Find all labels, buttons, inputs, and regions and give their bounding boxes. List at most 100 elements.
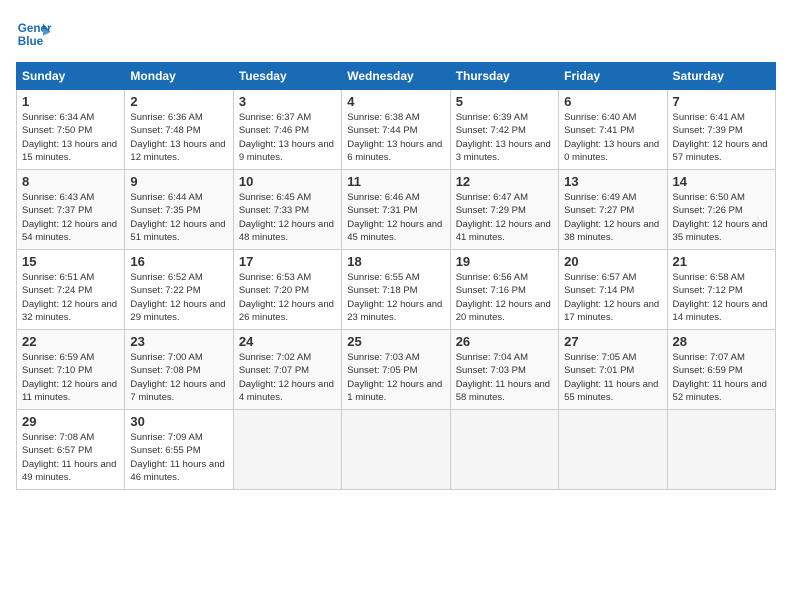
day-info: Sunrise: 6:57 AMSunset: 7:14 PMDaylight:… — [564, 271, 661, 324]
day-number: 11 — [347, 174, 444, 189]
day-number: 29 — [22, 414, 119, 429]
day-number: 10 — [239, 174, 336, 189]
calendar-cell: 8 Sunrise: 6:43 AMSunset: 7:37 PMDaylight… — [17, 170, 125, 250]
calendar-cell: 9 Sunrise: 6:44 AMSunset: 7:35 PMDaylight… — [125, 170, 233, 250]
calendar-cell: 25 Sunrise: 7:03 AMSunset: 7:05 PMDayligh… — [342, 330, 450, 410]
calendar-cell: 21 Sunrise: 6:58 AMSunset: 7:12 PMDayligh… — [667, 250, 775, 330]
day-info: Sunrise: 6:55 AMSunset: 7:18 PMDaylight:… — [347, 271, 444, 324]
day-info: Sunrise: 6:45 AMSunset: 7:33 PMDaylight:… — [239, 191, 336, 244]
day-number: 15 — [22, 254, 119, 269]
svg-text:Blue: Blue — [18, 35, 44, 48]
day-number: 22 — [22, 334, 119, 349]
page-header: General Blue — [16, 16, 776, 52]
day-number: 17 — [239, 254, 336, 269]
day-number: 25 — [347, 334, 444, 349]
calendar-week-1: 1 Sunrise: 6:34 AMSunset: 7:50 PMDaylight… — [17, 90, 776, 170]
calendar-cell: 30 Sunrise: 7:09 AMSunset: 6:55 PMDayligh… — [125, 410, 233, 490]
day-info: Sunrise: 6:39 AMSunset: 7:42 PMDaylight:… — [456, 111, 553, 164]
calendar-week-2: 8 Sunrise: 6:43 AMSunset: 7:37 PMDaylight… — [17, 170, 776, 250]
calendar-cell: 15 Sunrise: 6:51 AMSunset: 7:24 PMDayligh… — [17, 250, 125, 330]
calendar-cell: 29 Sunrise: 7:08 AMSunset: 6:57 PMDayligh… — [17, 410, 125, 490]
calendar-cell — [667, 410, 775, 490]
calendar-cell: 17 Sunrise: 6:53 AMSunset: 7:20 PMDayligh… — [233, 250, 341, 330]
calendar-cell: 20 Sunrise: 6:57 AMSunset: 7:14 PMDayligh… — [559, 250, 667, 330]
day-info: Sunrise: 7:08 AMSunset: 6:57 PMDaylight:… — [22, 431, 119, 484]
day-info: Sunrise: 7:07 AMSunset: 6:59 PMDaylight:… — [673, 351, 770, 404]
day-number: 21 — [673, 254, 770, 269]
day-info: Sunrise: 6:47 AMSunset: 7:29 PMDaylight:… — [456, 191, 553, 244]
day-number: 28 — [673, 334, 770, 349]
day-number: 6 — [564, 94, 661, 109]
day-info: Sunrise: 6:40 AMSunset: 7:41 PMDaylight:… — [564, 111, 661, 164]
calendar-table: SundayMondayTuesdayWednesdayThursdayFrid… — [16, 62, 776, 490]
day-number: 7 — [673, 94, 770, 109]
calendar-cell: 12 Sunrise: 6:47 AMSunset: 7:29 PMDayligh… — [450, 170, 558, 250]
calendar-cell: 26 Sunrise: 7:04 AMSunset: 7:03 PMDayligh… — [450, 330, 558, 410]
calendar-cell: 14Sunrise: 6:50 AMSunset: 7:26 PMDayligh… — [667, 170, 775, 250]
calendar-cell: 18 Sunrise: 6:55 AMSunset: 7:18 PMDayligh… — [342, 250, 450, 330]
weekday-header-friday: Friday — [559, 63, 667, 90]
calendar-cell: 16 Sunrise: 6:52 AMSunset: 7:22 PMDayligh… — [125, 250, 233, 330]
weekday-header-thursday: Thursday — [450, 63, 558, 90]
day-number: 4 — [347, 94, 444, 109]
calendar-cell: 7 Sunrise: 6:41 AMSunset: 7:39 PMDaylight… — [667, 90, 775, 170]
calendar-cell: 13 Sunrise: 6:49 AMSunset: 7:27 PMDayligh… — [559, 170, 667, 250]
day-info: Sunrise: 6:34 AMSunset: 7:50 PMDaylight:… — [22, 111, 119, 164]
day-number: 18 — [347, 254, 444, 269]
weekday-header-tuesday: Tuesday — [233, 63, 341, 90]
weekday-header-monday: Monday — [125, 63, 233, 90]
calendar-cell: 11Sunrise: 6:46 AMSunset: 7:31 PMDayligh… — [342, 170, 450, 250]
day-number: 16 — [130, 254, 227, 269]
day-info: Sunrise: 7:03 AMSunset: 7:05 PMDaylight:… — [347, 351, 444, 404]
calendar-cell: 6 Sunrise: 6:40 AMSunset: 7:41 PMDaylight… — [559, 90, 667, 170]
calendar-cell: 22 Sunrise: 6:59 AMSunset: 7:10 PMDayligh… — [17, 330, 125, 410]
calendar-cell: 27 Sunrise: 7:05 AMSunset: 7:01 PMDayligh… — [559, 330, 667, 410]
day-number: 5 — [456, 94, 553, 109]
calendar-cell — [450, 410, 558, 490]
day-number: 12 — [456, 174, 553, 189]
day-number: 20 — [564, 254, 661, 269]
day-info: Sunrise: 6:58 AMSunset: 7:12 PMDaylight:… — [673, 271, 770, 324]
day-number: 1 — [22, 94, 119, 109]
day-info: Sunrise: 6:53 AMSunset: 7:20 PMDaylight:… — [239, 271, 336, 324]
logo: General Blue — [16, 16, 52, 52]
day-info: Sunrise: 6:38 AMSunset: 7:44 PMDaylight:… — [347, 111, 444, 164]
day-info: Sunrise: 6:36 AMSunset: 7:48 PMDaylight:… — [130, 111, 227, 164]
day-info: Sunrise: 7:00 AMSunset: 7:08 PMDaylight:… — [130, 351, 227, 404]
day-number: 26 — [456, 334, 553, 349]
day-info: Sunrise: 6:41 AMSunset: 7:39 PMDaylight:… — [673, 111, 770, 164]
day-number: 30 — [130, 414, 227, 429]
weekday-header-wednesday: Wednesday — [342, 63, 450, 90]
day-info: Sunrise: 6:59 AMSunset: 7:10 PMDaylight:… — [22, 351, 119, 404]
day-info: Sunrise: 6:51 AMSunset: 7:24 PMDaylight:… — [22, 271, 119, 324]
calendar-cell: 5 Sunrise: 6:39 AMSunset: 7:42 PMDaylight… — [450, 90, 558, 170]
calendar-cell: 28 Sunrise: 7:07 AMSunset: 6:59 PMDayligh… — [667, 330, 775, 410]
day-info: Sunrise: 6:52 AMSunset: 7:22 PMDaylight:… — [130, 271, 227, 324]
calendar-cell — [342, 410, 450, 490]
calendar-cell: 24 Sunrise: 7:02 AMSunset: 7:07 PMDayligh… — [233, 330, 341, 410]
day-number: 24 — [239, 334, 336, 349]
calendar-cell — [559, 410, 667, 490]
day-info: Sunrise: 6:49 AMSunset: 7:27 PMDaylight:… — [564, 191, 661, 244]
day-number: 19 — [456, 254, 553, 269]
day-number: 3 — [239, 94, 336, 109]
calendar-cell: 4 Sunrise: 6:38 AMSunset: 7:44 PMDaylight… — [342, 90, 450, 170]
calendar-cell: 10 Sunrise: 6:45 AMSunset: 7:33 PMDayligh… — [233, 170, 341, 250]
calendar-cell: 2Sunrise: 6:36 AMSunset: 7:48 PMDaylight… — [125, 90, 233, 170]
day-number: 13 — [564, 174, 661, 189]
day-info: Sunrise: 6:44 AMSunset: 7:35 PMDaylight:… — [130, 191, 227, 244]
day-info: Sunrise: 7:09 AMSunset: 6:55 PMDaylight:… — [130, 431, 227, 484]
day-info: Sunrise: 6:56 AMSunset: 7:16 PMDaylight:… — [456, 271, 553, 324]
day-number: 27 — [564, 334, 661, 349]
calendar-week-3: 15 Sunrise: 6:51 AMSunset: 7:24 PMDayligh… — [17, 250, 776, 330]
calendar-cell: 23 Sunrise: 7:00 AMSunset: 7:08 PMDayligh… — [125, 330, 233, 410]
weekday-header-sunday: Sunday — [17, 63, 125, 90]
day-info: Sunrise: 7:05 AMSunset: 7:01 PMDaylight:… — [564, 351, 661, 404]
day-number: 23 — [130, 334, 227, 349]
day-info: Sunrise: 6:43 AMSunset: 7:37 PMDaylight:… — [22, 191, 119, 244]
calendar-cell: 1 Sunrise: 6:34 AMSunset: 7:50 PMDaylight… — [17, 90, 125, 170]
day-info: Sunrise: 7:04 AMSunset: 7:03 PMDaylight:… — [456, 351, 553, 404]
day-info: Sunrise: 7:02 AMSunset: 7:07 PMDaylight:… — [239, 351, 336, 404]
day-number: 8 — [22, 174, 119, 189]
day-number: 9 — [130, 174, 227, 189]
